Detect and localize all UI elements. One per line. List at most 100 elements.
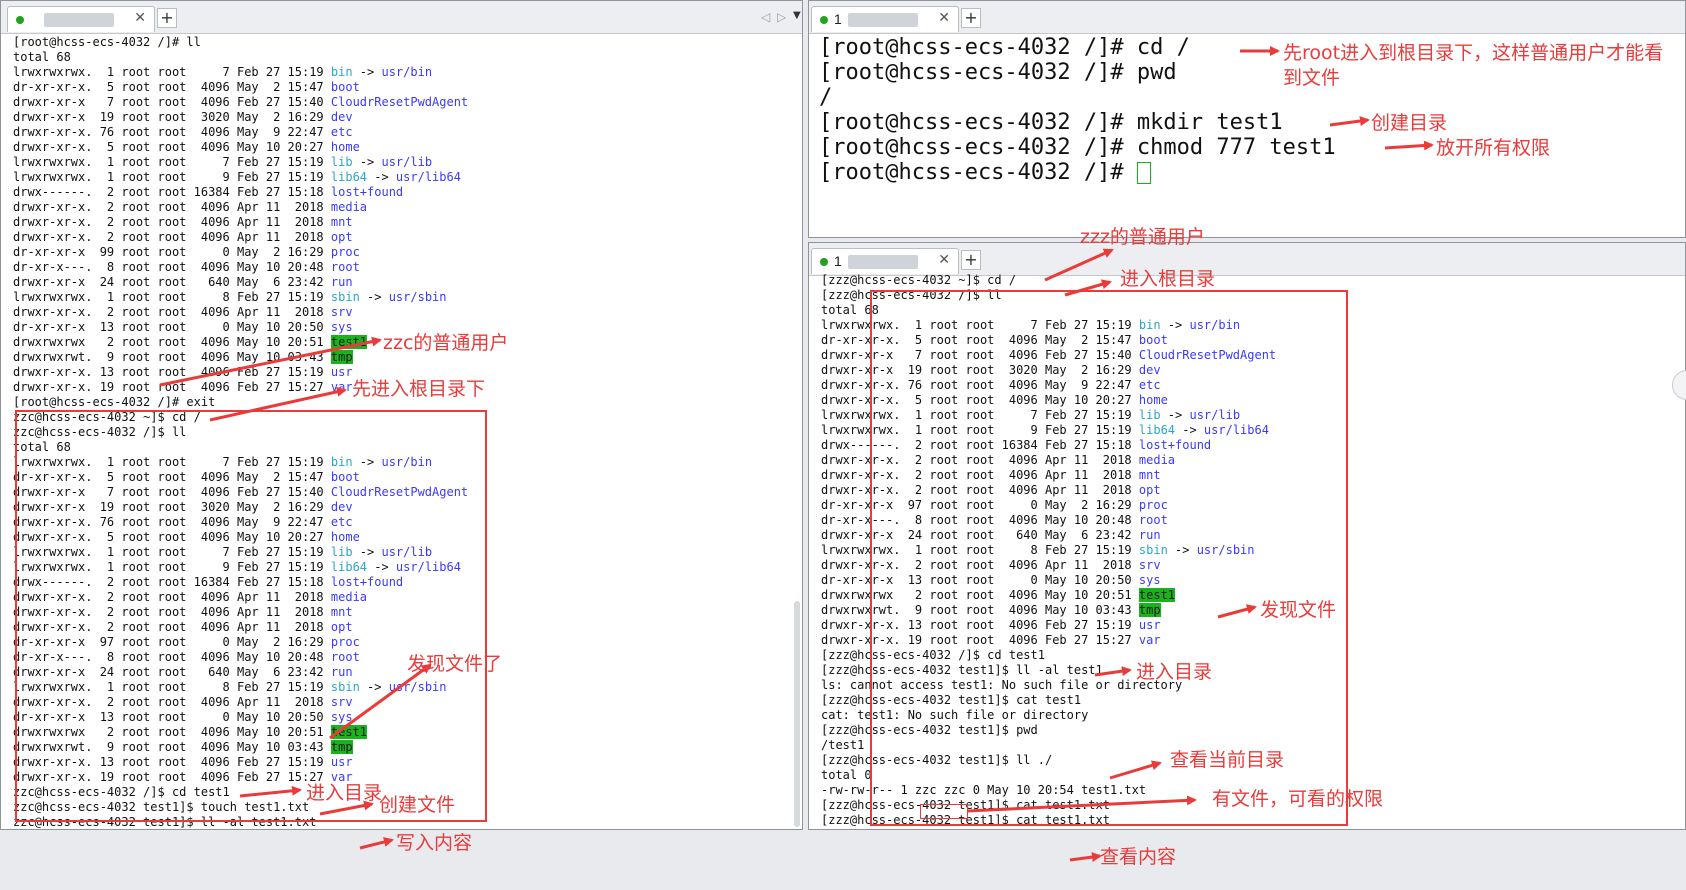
left-scrollbar[interactable] [794,601,800,827]
redacted-host-label [848,255,918,269]
terminal-text: dr-xr-xr-x. 5 root root 4096 May 2 15:47 [13,80,331,94]
terminal-line: lrwxrwxrwx. 1 root root 7 Feb 27 15:19 b… [1,65,802,80]
terminal-line: drwxr-xr-x. 2 root root 4096 Apr 11 2018… [1,215,802,230]
annotation-left-write: 写入内容 [396,832,473,854]
terminal-text: lrwxrwxrwx. 1 root root 7 Feb 27 15:19 [13,65,331,79]
add-tab-button[interactable]: + [961,250,981,270]
tab-next-icon[interactable]: ▷ [777,10,786,24]
add-tab-button[interactable]: + [157,8,177,28]
terminal-text: drwxr-xr-x 19 root root 3020 May 2 16:29 [13,110,331,124]
terminal-text: dr-xr-xr-x 99 root root 0 May 2 16:29 [13,245,331,259]
tab-prev-icon[interactable]: ◁ [761,10,770,24]
terminal-text: [root@hcss-ecs-4032 /]# cd / [819,35,1190,60]
arrow-br-view-content [1069,852,1102,863]
left-highlight-box [15,410,487,822]
arrow-left-write [359,837,394,850]
status-dot-icon [820,258,828,266]
symlink-name: lib [330,155,353,169]
directory-name: boot [330,80,360,94]
terminal-text: lrwxrwxrwx. 1 root root 7 Feb 27 15:19 [13,155,331,169]
terminal-text: -> [352,65,382,79]
close-tab-icon[interactable]: ✕ [938,10,950,26]
symlink-name: lib64 [330,170,368,184]
tab-number: 1 [834,253,842,269]
redacted-host-label [848,13,918,27]
terminal-text: hello world [821,828,900,829]
terminal-text: [root@hcss-ecs-4032 /]# pwd [819,60,1177,85]
highlighted-directory: test1 [330,335,368,349]
directory-name: CloudrResetPwdAgent [330,95,469,109]
terminal-text: dr-xr-x---. 8 root root 4096 May 10 20:4… [13,260,331,274]
symlink-name: sbin [330,290,360,304]
terminal-line: / [809,85,1685,110]
terminal-line: drwxr-xr-x 7 root root 4096 Feb 27 15:40… [1,95,802,110]
terminal-text: drwxr-xr-x 7 root root 4096 Feb 27 15:40 [13,95,331,109]
top-right-tab-bar: 1 ✕ + [809,1,1685,34]
annotation-br-user: zzz的普通用户 [1080,226,1205,248]
status-dot-icon [16,16,24,24]
terminal-text: [root@hcss-ecs-4032 /]# [819,160,1137,185]
directory-name: root [330,260,360,274]
directory-name: lost+found [330,185,404,199]
annotation-br-enter-root: 进入根目录 [1120,268,1216,290]
terminal-text: drwxr-xr-x. 2 root root 4096 Apr 11 2018 [13,215,331,229]
terminal-text: drwxr-xr-x. 2 root root 4096 Apr 11 2018 [13,200,331,214]
terminal-line: dr-xr-xr-x. 5 root root 4096 May 2 15:47… [1,80,802,95]
terminal-line: drwxr-xr-x. 76 root root 4096 May 9 22:4… [1,125,802,140]
annotation-left-enter-dir: 进入目录 [306,782,383,804]
terminal-line: hello world [809,828,1685,829]
terminal-text: drwxrwxrwx 2 root root 4096 May 10 20:51 [13,335,331,349]
terminal-text: drwxr-xr-x 24 root root 640 May 6 23:42 [13,275,331,289]
symlink-name: bin [330,65,353,79]
terminal-text: lrwxrwxrwx. 1 root root 8 Feb 27 15:19 [13,290,331,304]
annotation-br-enter-dir: 进入目录 [1136,661,1213,683]
terminal-text: drwxr-xr-x. 13 root root 4096 Feb 27 15:… [13,365,331,379]
terminal-line: drwxr-xr-x. 2 root root 4096 Apr 11 2018… [1,230,802,245]
add-tab-button[interactable]: + [961,8,981,28]
terminal-text: drwxr-xr-x. 76 root root 4096 May 9 22:4… [13,125,331,139]
terminal-line: lrwxrwxrwx. 1 root root 9 Feb 27 15:19 l… [1,170,802,185]
directory-name: media [330,200,368,214]
terminal-text: total 68 [13,50,71,64]
terminal-line: drwx------. 2 root root 16384 Feb 27 15:… [1,185,802,200]
directory-name: etc [330,125,353,139]
directory-name: run [330,275,353,289]
terminal-text: drwxr-xr-x. 5 root root 4096 May 10 20:2… [13,140,331,154]
terminal-line: drwxr-xr-x. 2 root root 4096 Apr 11 2018… [1,200,802,215]
annotation-tr-chmod: 放开所有权限 [1436,137,1551,159]
directory-name: var [330,380,353,394]
annotation-left-user: zzc的普通用户 [383,332,509,354]
annotation-tr-cd-root-2: 到文件 [1283,67,1341,89]
terminal-line: [root@hcss-ecs-4032 /]# [809,160,1685,185]
terminal-text: drwxrwxrwt. 9 root root 4096 May 10 03:4… [13,350,331,364]
redacted-host-label [44,13,114,27]
directory-name: usr [330,365,353,379]
terminal-line: dr-xr-xr-x 99 root root 0 May 2 16:29 pr… [1,245,802,260]
terminal-line: total 68 [1,50,802,65]
status-dot-icon [820,16,828,24]
annotation-br-found: 发现文件 [1260,599,1337,621]
terminal-text: drwxr-xr-x. 2 root root 4096 Apr 11 2018 [13,305,331,319]
terminal-cursor [1136,162,1151,184]
top-right-session-tab[interactable]: 1 ✕ [811,6,959,32]
terminal-line: drwxr-xr-x 24 root root 640 May 6 23:42 … [1,275,802,290]
tab-list-icon[interactable]: ▼ [793,10,801,21]
close-tab-icon[interactable]: ✕ [938,252,950,268]
terminal-text: /test1 [821,738,865,752]
directory-name: proc [330,245,360,259]
bottom-right-session-tab[interactable]: 1 ✕ [811,248,959,274]
top-right-terminal-output[interactable]: [root@hcss-ecs-4032 /]# cd / [root@hcss-e… [809,35,1685,237]
annotation-left-create: 创建文件 [379,794,456,816]
annotation-tr-mkdir: 创建目录 [1371,112,1448,134]
left-session-tab[interactable]: ✕ [7,6,155,32]
terminal-text: [root@hcss-ecs-4032 /]# mkdir test1 [819,110,1283,135]
directory-name: sys [330,320,353,334]
terminal-line: drwxr-xr-x 19 root root 3020 May 2 16:29… [1,110,802,125]
directory-name: dev [330,110,353,124]
close-tab-icon[interactable]: ✕ [134,10,146,26]
directory-name: srv [330,305,353,319]
top-right-terminal-pane[interactable]: 1 ✕ + [root@hcss-ecs-4032 /]# cd / [root@… [808,0,1686,238]
terminal-line: [root@hcss-ecs-4032 /]# chmod 777 test1 [809,135,1685,160]
terminal-text: drwx------. 2 root root 16384 Feb 27 15:… [13,185,331,199]
bottom-right-tab-bar: 1 ✕ + [809,243,1685,276]
